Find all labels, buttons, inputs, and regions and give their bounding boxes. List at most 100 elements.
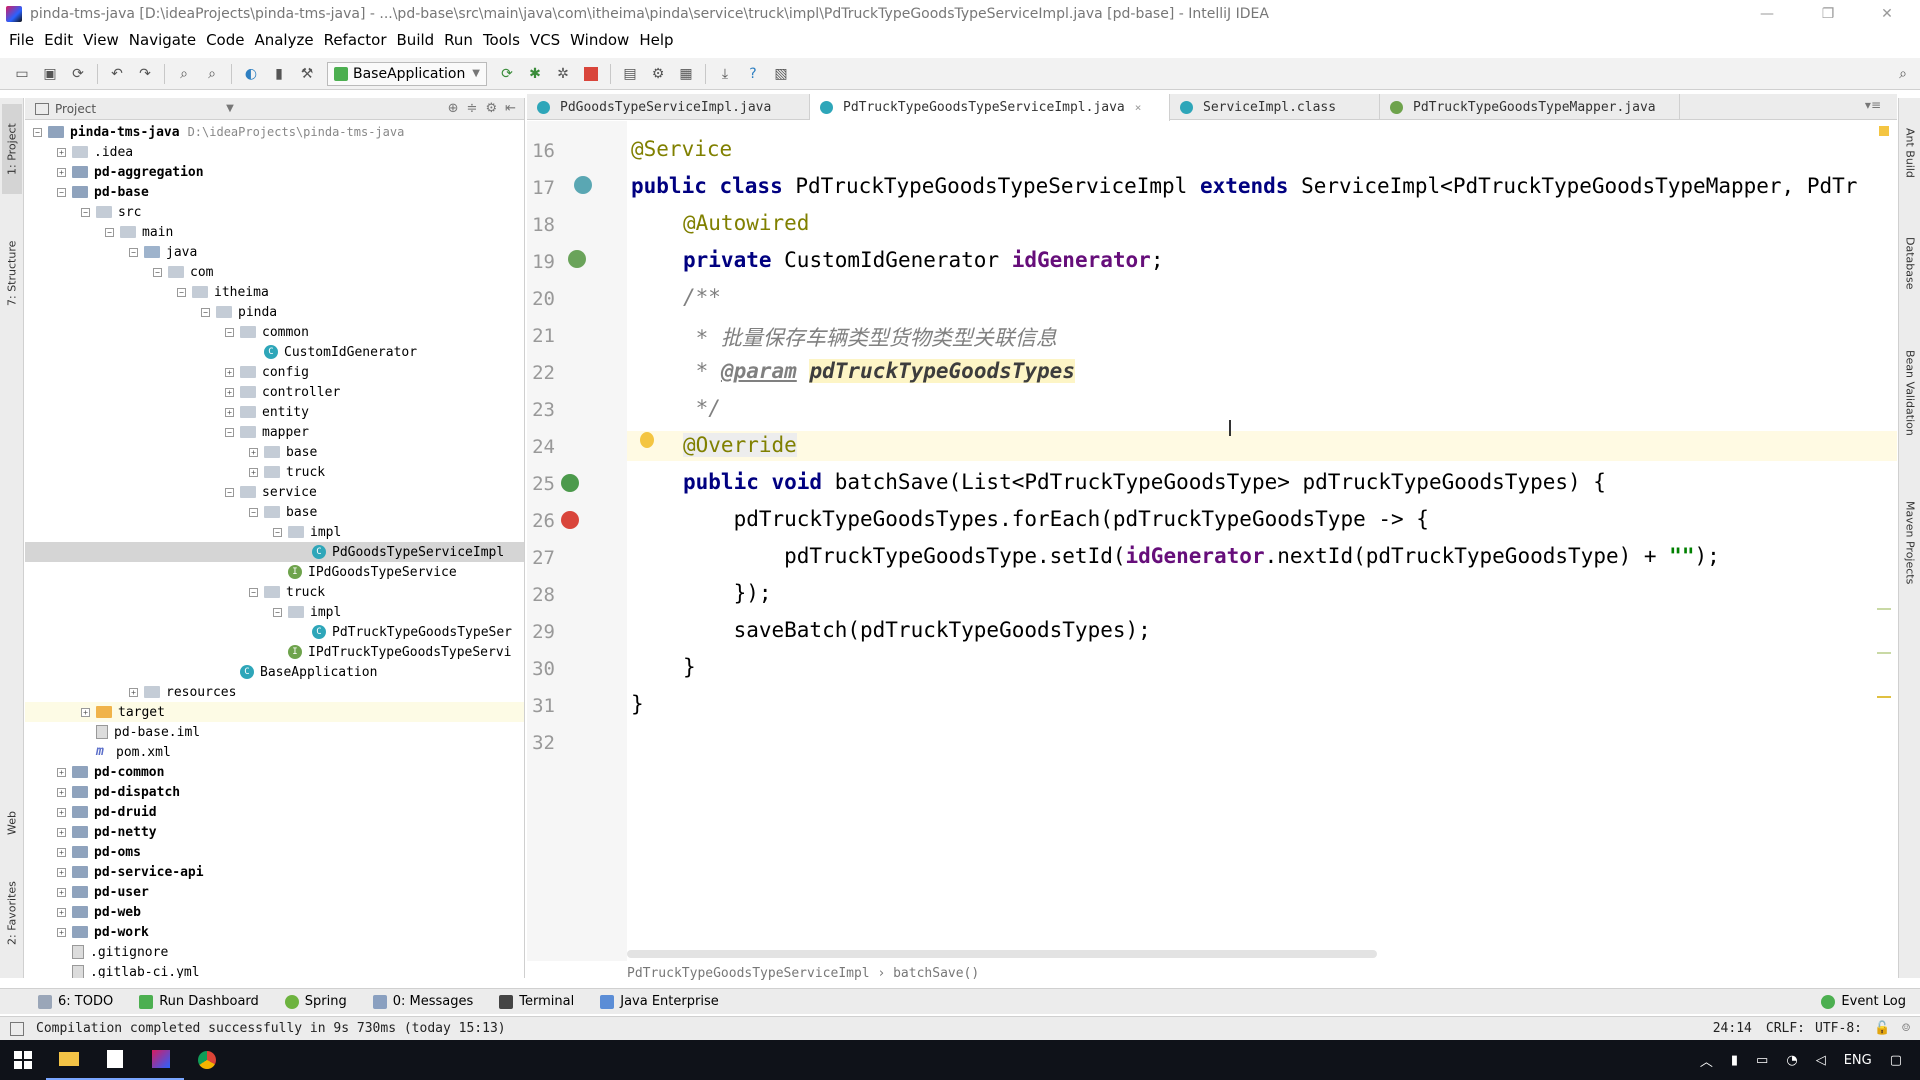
tree-node[interactable]: + pd-work bbox=[25, 922, 524, 942]
stop-icon[interactable] bbox=[580, 63, 602, 85]
project-panel-title[interactable]: Project bbox=[55, 102, 96, 116]
close-tab-icon[interactable]: × bbox=[1135, 101, 1142, 114]
expand-icon[interactable]: + bbox=[225, 407, 234, 417]
forward-icon[interactable]: ▮ bbox=[268, 63, 290, 85]
caret-position[interactable]: 24:14 bbox=[1713, 1021, 1752, 1036]
help-icon[interactable]: ? bbox=[742, 63, 764, 85]
database-tool-tab[interactable]: Database bbox=[1901, 218, 1919, 308]
tree-node[interactable]: + pd-user bbox=[25, 882, 524, 902]
tree-node[interactable]: + pd-druid bbox=[25, 802, 524, 822]
inspection-status-icon[interactable] bbox=[1879, 126, 1889, 136]
collapse-icon[interactable]: − bbox=[273, 527, 282, 537]
error-stripe-mark[interactable] bbox=[1877, 652, 1891, 654]
tab-pdtrucktypegoodstypeserviceimpl[interactable]: PdTruckTypeGoodsTypeServiceImpl.java × bbox=[810, 94, 1170, 121]
tree-node[interactable]: + config bbox=[25, 362, 524, 382]
menu-view[interactable]: View bbox=[78, 31, 124, 49]
tree-node[interactable]: + entity bbox=[25, 402, 524, 422]
expand-icon[interactable]: + bbox=[249, 447, 258, 457]
horizontal-scrollbar[interactable] bbox=[627, 950, 1377, 958]
menu-code[interactable]: Code bbox=[201, 31, 249, 49]
expand-icon[interactable]: + bbox=[57, 887, 66, 897]
expand-icon[interactable]: + bbox=[81, 707, 90, 717]
status-message[interactable]: Compilation completed successfully in 9s… bbox=[36, 1021, 506, 1036]
collapse-icon[interactable]: − bbox=[129, 247, 138, 257]
autowired-bean-icon[interactable] bbox=[568, 250, 586, 268]
expand-icon[interactable]: + bbox=[57, 147, 66, 157]
tree-node[interactable]: + truck bbox=[25, 462, 524, 482]
tree-node[interactable]: + controller bbox=[25, 382, 524, 402]
run-dashboard-tool-tab[interactable]: Run Dashboard bbox=[139, 994, 259, 1009]
tree-node[interactable]: I IPdTruckTypeGoodsTypeServi bbox=[25, 642, 524, 662]
event-log-tool-tab[interactable]: Event Log bbox=[1821, 994, 1906, 1009]
tree-node[interactable]: − src bbox=[25, 202, 524, 222]
collapse-icon[interactable]: − bbox=[57, 187, 66, 197]
expand-icon[interactable]: + bbox=[57, 907, 66, 917]
volume-icon[interactable]: ◁ bbox=[1816, 1053, 1826, 1068]
vcs-update-icon[interactable]: ⤓ bbox=[714, 63, 736, 85]
presentation-icon[interactable]: ▧ bbox=[770, 63, 792, 85]
undo-icon[interactable]: ↶ bbox=[106, 63, 128, 85]
overrides-method-icon[interactable] bbox=[561, 511, 579, 529]
error-stripe-mark[interactable] bbox=[1877, 696, 1891, 698]
lightbulb-icon[interactable] bbox=[640, 432, 654, 448]
collapse-icon[interactable]: − bbox=[105, 227, 114, 237]
tree-node[interactable]: − common bbox=[25, 322, 524, 342]
menu-navigate[interactable]: Navigate bbox=[124, 31, 201, 49]
tab-pdgoodstypeserviceimpl[interactable]: PdGoodsTypeServiceImpl.java bbox=[527, 94, 810, 120]
tree-node[interactable]: + base bbox=[25, 442, 524, 462]
menu-run[interactable]: Run bbox=[439, 31, 478, 49]
project-structure-icon[interactable]: ▤ bbox=[619, 63, 641, 85]
tree-node[interactable]: − impl bbox=[25, 602, 524, 622]
ant-build-tool-tab[interactable]: Ant Build bbox=[1901, 108, 1919, 198]
tree-node[interactable]: C CustomIdGenerator bbox=[25, 342, 524, 362]
windows-start-button[interactable] bbox=[0, 1040, 46, 1080]
spring-bean-icon[interactable] bbox=[574, 176, 592, 194]
tree-node[interactable]: + resources bbox=[25, 682, 524, 702]
open-folder-icon[interactable]: ▭ bbox=[11, 63, 33, 85]
collapse-icon[interactable]: − bbox=[249, 587, 258, 597]
sdk-icon[interactable]: ⚙ bbox=[647, 63, 669, 85]
tree-node[interactable]: − itheima bbox=[25, 282, 524, 302]
spring-tool-tab[interactable]: Spring bbox=[284, 994, 347, 1009]
save-all-icon[interactable]: ▣ bbox=[39, 63, 61, 85]
tab-serviceimpl-class[interactable]: ServiceImpl.class bbox=[1170, 94, 1380, 120]
code-editor[interactable] bbox=[527, 121, 1897, 961]
tree-node[interactable]: I IPdGoodsTypeService bbox=[25, 562, 524, 582]
close-window-button[interactable]: ✕ bbox=[1862, 0, 1912, 28]
tree-node[interactable]: + pd-service-api bbox=[25, 862, 524, 882]
back-icon[interactable]: ◐ bbox=[240, 63, 262, 85]
expand-icon[interactable]: + bbox=[225, 367, 234, 377]
chrome-task[interactable] bbox=[184, 1040, 230, 1080]
notepad-task[interactable] bbox=[92, 1040, 138, 1080]
collapse-icon[interactable]: − bbox=[153, 267, 162, 277]
tree-node[interactable]: C BaseApplication bbox=[25, 662, 524, 682]
intellij-task[interactable] bbox=[138, 1040, 184, 1080]
line-separator[interactable]: CRLF: bbox=[1766, 1021, 1805, 1036]
expand-icon[interactable]: + bbox=[57, 767, 66, 777]
menu-tools[interactable]: Tools bbox=[478, 31, 525, 49]
web-tool-tab[interactable]: Web bbox=[2, 798, 22, 848]
scroll-from-source-icon[interactable]: ⊕ bbox=[448, 101, 459, 116]
collapse-icon[interactable]: − bbox=[225, 427, 234, 437]
collapse-icon[interactable]: − bbox=[177, 287, 186, 297]
collapse-icon[interactable]: − bbox=[225, 327, 234, 337]
menu-analyze[interactable]: Analyze bbox=[249, 31, 318, 49]
tree-node[interactable]: + pd-common bbox=[25, 762, 524, 782]
expand-icon[interactable]: + bbox=[57, 867, 66, 877]
settings-icon[interactable]: ▦ bbox=[675, 63, 697, 85]
toggle-tool-windows-icon[interactable] bbox=[10, 1021, 24, 1036]
menu-window[interactable]: Window bbox=[565, 31, 634, 49]
hide-panel-icon[interactable]: ⇤ bbox=[505, 101, 516, 116]
tree-node[interactable]: + pd-web bbox=[25, 902, 524, 922]
tree-node[interactable]: + target bbox=[25, 702, 524, 722]
tree-node[interactable]: m pom.xml bbox=[25, 742, 524, 762]
debug-icon[interactable]: ✱ bbox=[524, 63, 546, 85]
menu-refactor[interactable]: Refactor bbox=[319, 31, 392, 49]
project-tool-tab[interactable]: 1: Project bbox=[2, 104, 22, 194]
implements-method-icon[interactable] bbox=[561, 474, 579, 492]
messages-tool-tab[interactable]: 0: Messages bbox=[372, 994, 473, 1009]
run-configuration-select[interactable]: BaseApplication ▼ bbox=[327, 61, 487, 86]
sync-icon[interactable]: ⟳ bbox=[67, 63, 89, 85]
collapse-icon[interactable]: − bbox=[249, 507, 258, 517]
battery-icon[interactable]: ▭ bbox=[1756, 1053, 1768, 1068]
